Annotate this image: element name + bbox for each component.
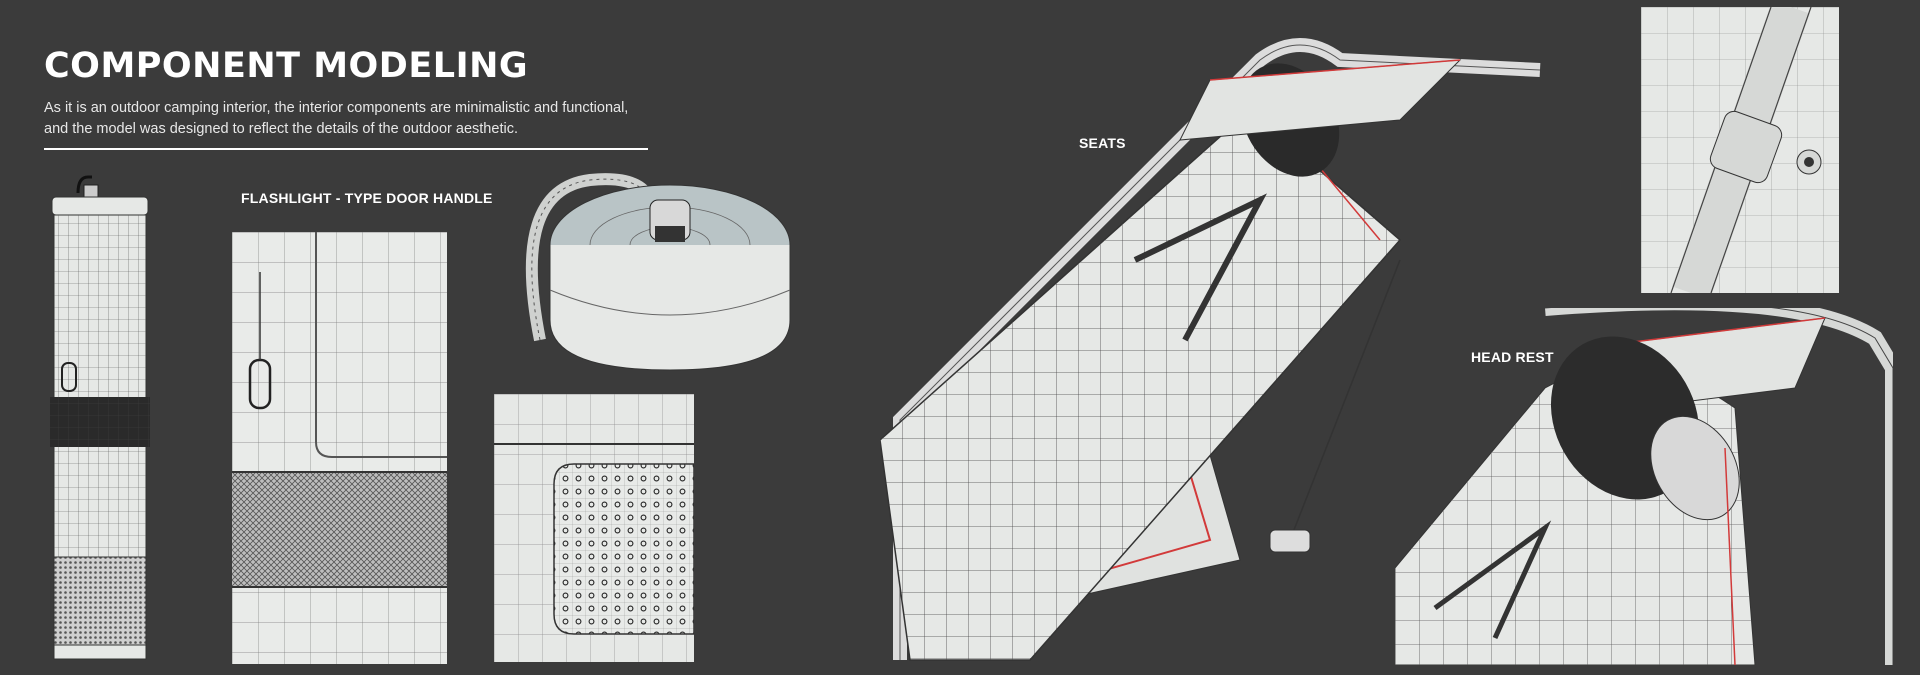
seat-pipe-detail-render — [1641, 7, 1839, 293]
flashlight-cap-render — [520, 160, 793, 378]
page-title: COMPONENT MODELING — [44, 46, 529, 86]
description-line-1: As it is an outdoor camping interior, th… — [44, 100, 629, 116]
flashlight-label: FLASHLIGHT - TYPE DOOR HANDLE — [241, 190, 493, 206]
page-description: As it is an outdoor camping interior, th… — [44, 98, 684, 140]
title-divider — [44, 148, 648, 150]
head-rest-render — [1395, 308, 1893, 665]
flashlight-closeup-render — [232, 232, 447, 664]
flashlight-mesh-render — [494, 394, 694, 662]
description-line-2: and the model was designed to reflect th… — [44, 121, 518, 137]
flashlight-full-render — [48, 175, 152, 665]
